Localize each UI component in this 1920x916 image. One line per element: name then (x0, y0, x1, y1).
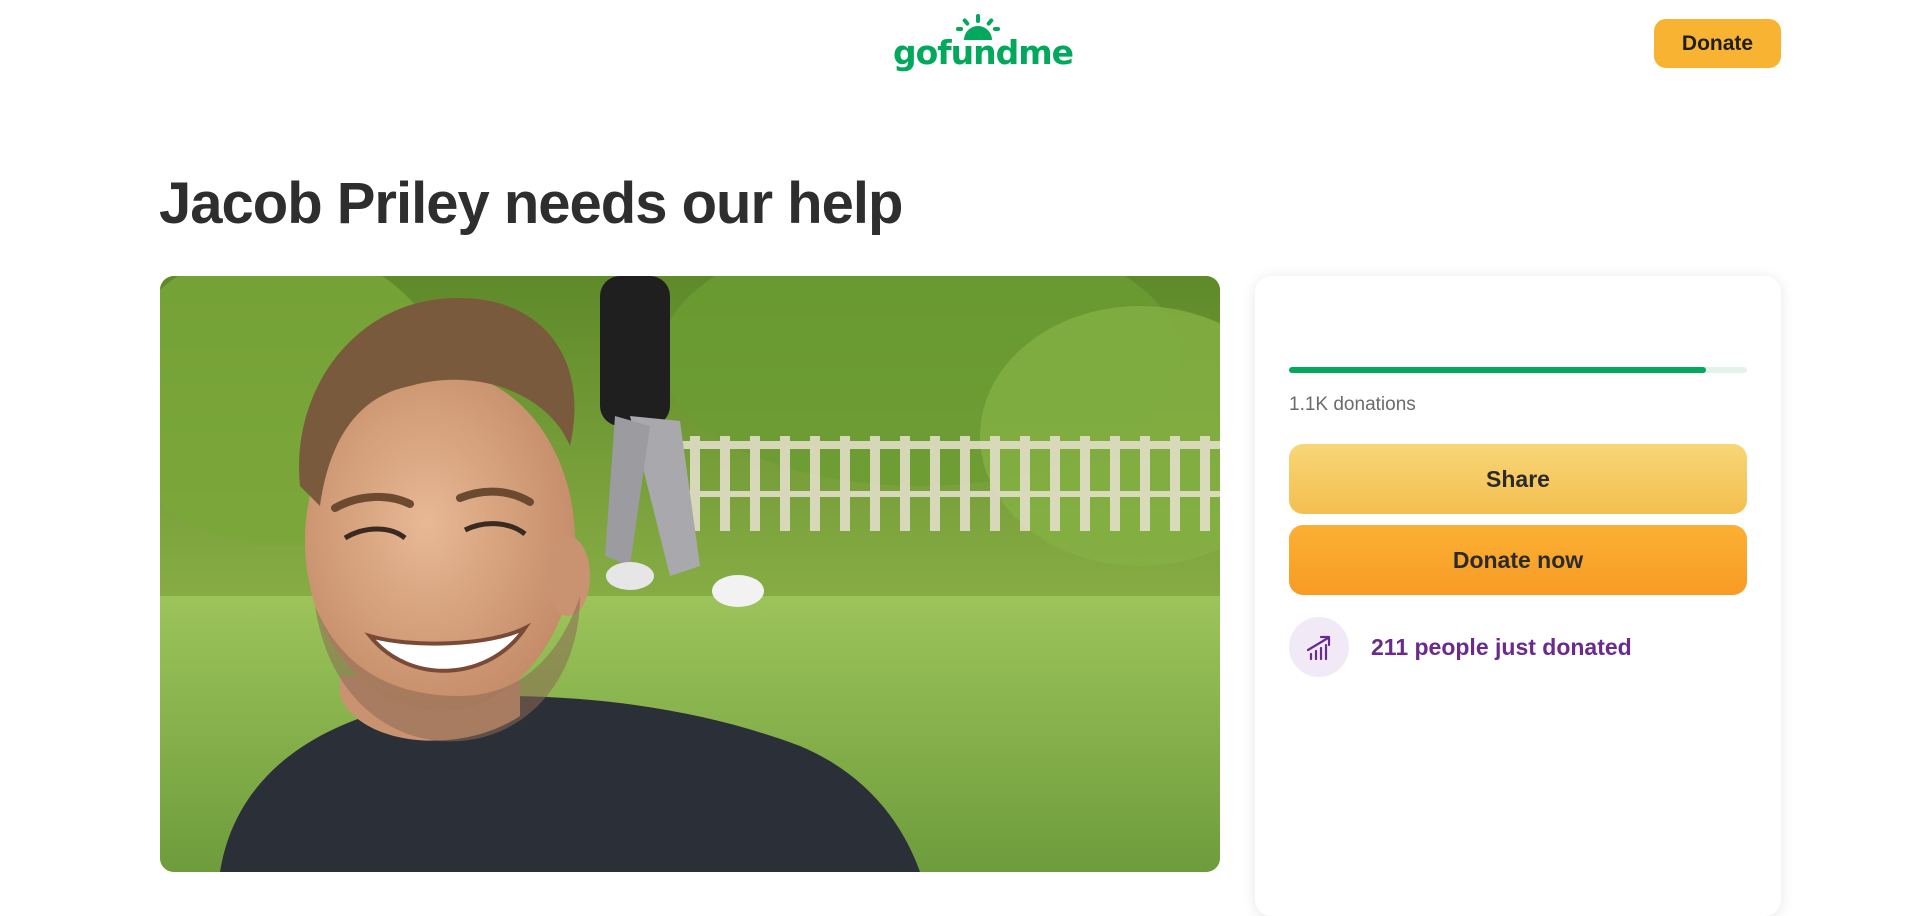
page-title: Jacob Priley needs our help (159, 171, 903, 236)
share-button[interactable]: Share (1289, 444, 1747, 514)
campaign-photo (160, 276, 1220, 872)
donation-count: 1.1K donations (1289, 394, 1416, 415)
fundraising-progress-bar (1289, 367, 1747, 373)
donation-card: 1.1K donations Share Donate now 211 peop… (1255, 276, 1781, 916)
site-header: gofundme Donate (0, 0, 1920, 88)
gofundme-logo[interactable]: gofundme (893, 14, 1074, 74)
progress-fill (1289, 367, 1706, 373)
trending-up-icon (1289, 617, 1349, 677)
campaign-photo-illustration (160, 276, 1220, 872)
logo-text: gofundme (893, 33, 1074, 72)
recent-donations: 211 people just donated (1289, 617, 1632, 677)
header-donate-button[interactable]: Donate (1654, 19, 1781, 68)
recent-donations-text: 211 people just donated (1371, 633, 1632, 660)
donate-now-button[interactable]: Donate now (1289, 525, 1747, 595)
